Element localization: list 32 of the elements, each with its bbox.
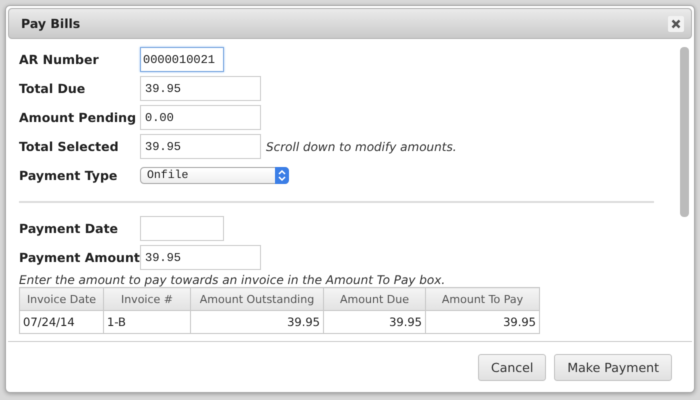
column-header: Amount To Pay: [426, 288, 540, 310]
dialog-button[interactable]: Cancel: [478, 354, 546, 381]
dialog-button[interactable]: Make Payment: [554, 354, 672, 381]
scrollbar[interactable]: [680, 47, 689, 217]
table-cell: 39.95: [190, 310, 324, 334]
payment-type-dropdown[interactable]: Onfile: [140, 167, 289, 184]
dialog-title: Pay Bills: [21, 16, 82, 31]
table-cell: 39.95: [426, 310, 540, 334]
field-label: AR Number: [19, 52, 100, 67]
field-label: Total Selected: [19, 139, 120, 154]
dropdown-arrows-icon: [275, 167, 289, 184]
field-label: Payment Date: [19, 221, 120, 236]
column-header: Invoice #: [104, 288, 190, 310]
input-field[interactable]: [140, 216, 224, 241]
field-label: Total Due: [19, 81, 86, 96]
table-cell: 07/24/14: [20, 310, 104, 334]
field-label: Payment Type: [19, 168, 118, 183]
field-label: Payment Amount: [19, 250, 140, 265]
instruction-text: Enter the amount to pay towards an invoice in the Amount To Pay box.: [19, 273, 446, 287]
table-cell: 39.95: [324, 310, 426, 334]
close-icon[interactable]: [668, 16, 684, 32]
column-header: Amount Outstanding: [190, 288, 324, 310]
column-header: Amount Due: [324, 288, 426, 310]
hint-text: Scroll down to modify amounts.: [266, 140, 457, 154]
input-field[interactable]: 0.00: [140, 105, 261, 130]
field-label: Amount Pending: [19, 110, 138, 125]
column-header: Invoice Date: [20, 288, 104, 310]
table-cell: 1-B: [104, 310, 190, 334]
input-field[interactable]: 39.95: [140, 76, 261, 101]
input-field[interactable]: 39.95: [140, 245, 261, 270]
input-field[interactable]: 0000010021: [140, 47, 224, 72]
input-field[interactable]: 39.95: [140, 134, 261, 159]
